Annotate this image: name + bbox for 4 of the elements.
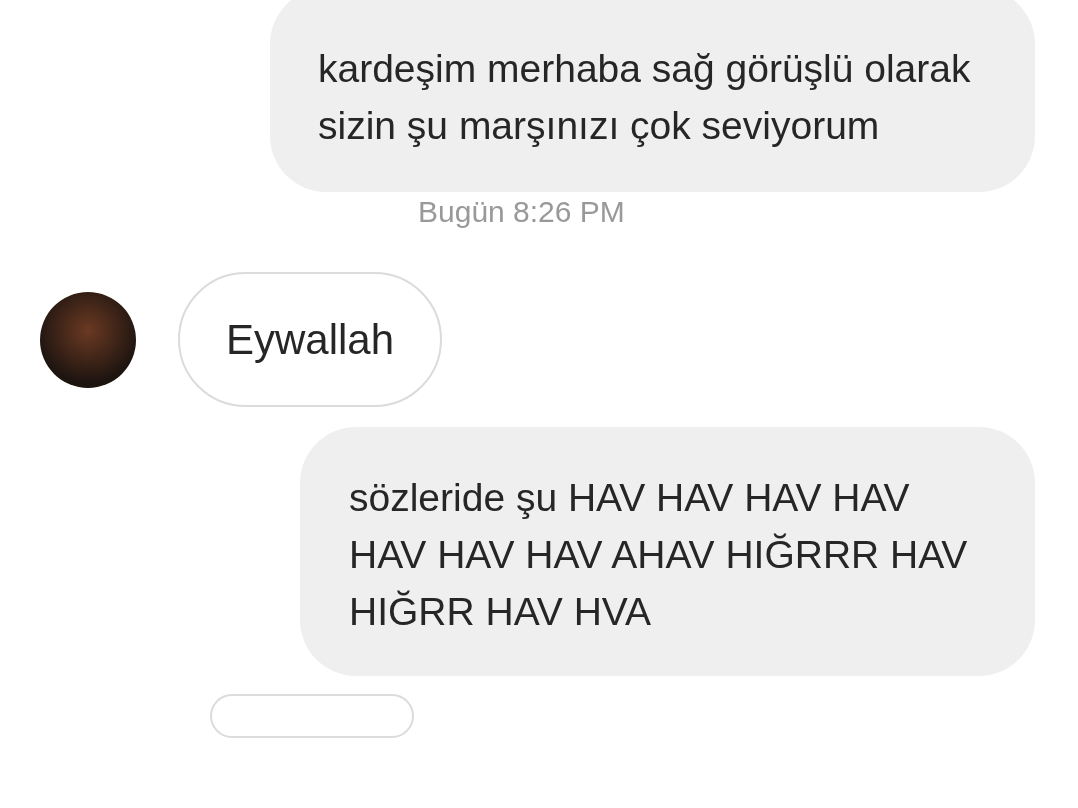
timestamp: Bugün 8:26 PM	[418, 195, 625, 229]
message-text: kardeşim merhaba sağ görüşlü olarak sizin şu marşınızı çok seviyorum	[318, 46, 972, 149]
message-text: Eywallah	[226, 315, 395, 365]
message-text: sözleride şu HAV HAV HAV HAV HAV HAV HAV AHAV HIĞRRR HAV HIĞRR HAV HVA	[349, 475, 969, 635]
